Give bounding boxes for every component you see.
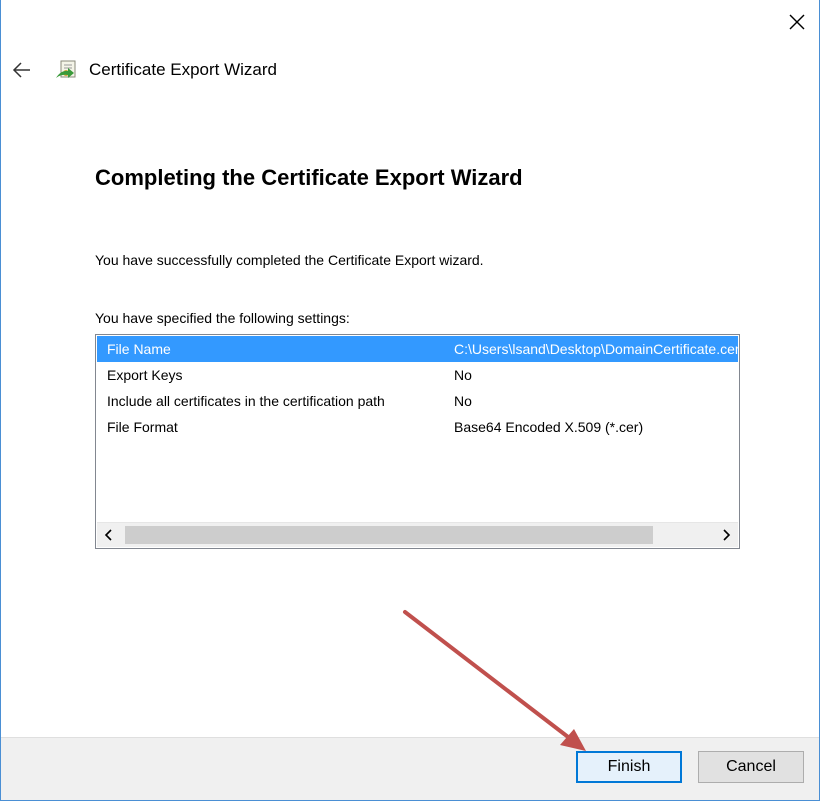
- wizard-header: Certificate Export Wizard: [11, 56, 277, 84]
- setting-name: Export Keys: [107, 367, 183, 383]
- settings-row-export-keys[interactable]: Export Keys No: [97, 362, 738, 388]
- scroll-left-button[interactable]: [97, 523, 121, 547]
- setting-value: C:\Users\lsand\Desktop\DomainCertificate…: [454, 341, 738, 357]
- setting-name: Include all certificates in the certific…: [107, 393, 385, 409]
- close-button[interactable]: [783, 8, 811, 36]
- success-message: You have successfully completed the Cert…: [95, 252, 484, 268]
- close-icon: [789, 14, 805, 30]
- button-bar: Finish Cancel: [1, 737, 819, 800]
- cancel-button[interactable]: Cancel: [698, 751, 804, 783]
- back-arrow-icon[interactable]: [11, 59, 33, 81]
- settings-row-file-name[interactable]: File Name C:\Users\lsand\Desktop\DomainC…: [97, 336, 738, 362]
- setting-value: No: [454, 367, 472, 383]
- chevron-right-icon: [723, 529, 731, 541]
- certificate-wizard-icon: [56, 60, 76, 78]
- setting-value: No: [454, 393, 472, 409]
- chevron-left-icon: [104, 529, 112, 541]
- wizard-window: Certificate Export Wizard Completing the…: [0, 0, 820, 801]
- settings-row-file-format[interactable]: File Format Base64 Encoded X.509 (*.cer): [97, 414, 738, 440]
- settings-list[interactable]: File Name C:\Users\lsand\Desktop\DomainC…: [95, 334, 740, 549]
- setting-name: File Format: [107, 419, 178, 435]
- finish-button[interactable]: Finish: [576, 751, 682, 783]
- settings-rows: File Name C:\Users\lsand\Desktop\DomainC…: [97, 336, 738, 516]
- scroll-right-button[interactable]: [714, 523, 738, 547]
- scrollbar-thumb[interactable]: [125, 526, 653, 544]
- horizontal-scrollbar[interactable]: [97, 522, 738, 547]
- setting-name: File Name: [107, 341, 171, 357]
- setting-value: Base64 Encoded X.509 (*.cer): [454, 419, 644, 435]
- settings-label: You have specified the following setting…: [95, 310, 350, 326]
- settings-row-include-certificates[interactable]: Include all certificates in the certific…: [97, 388, 738, 414]
- wizard-title: Certificate Export Wizard: [89, 60, 277, 79]
- page-title: Completing the Certificate Export Wizard: [95, 165, 523, 190]
